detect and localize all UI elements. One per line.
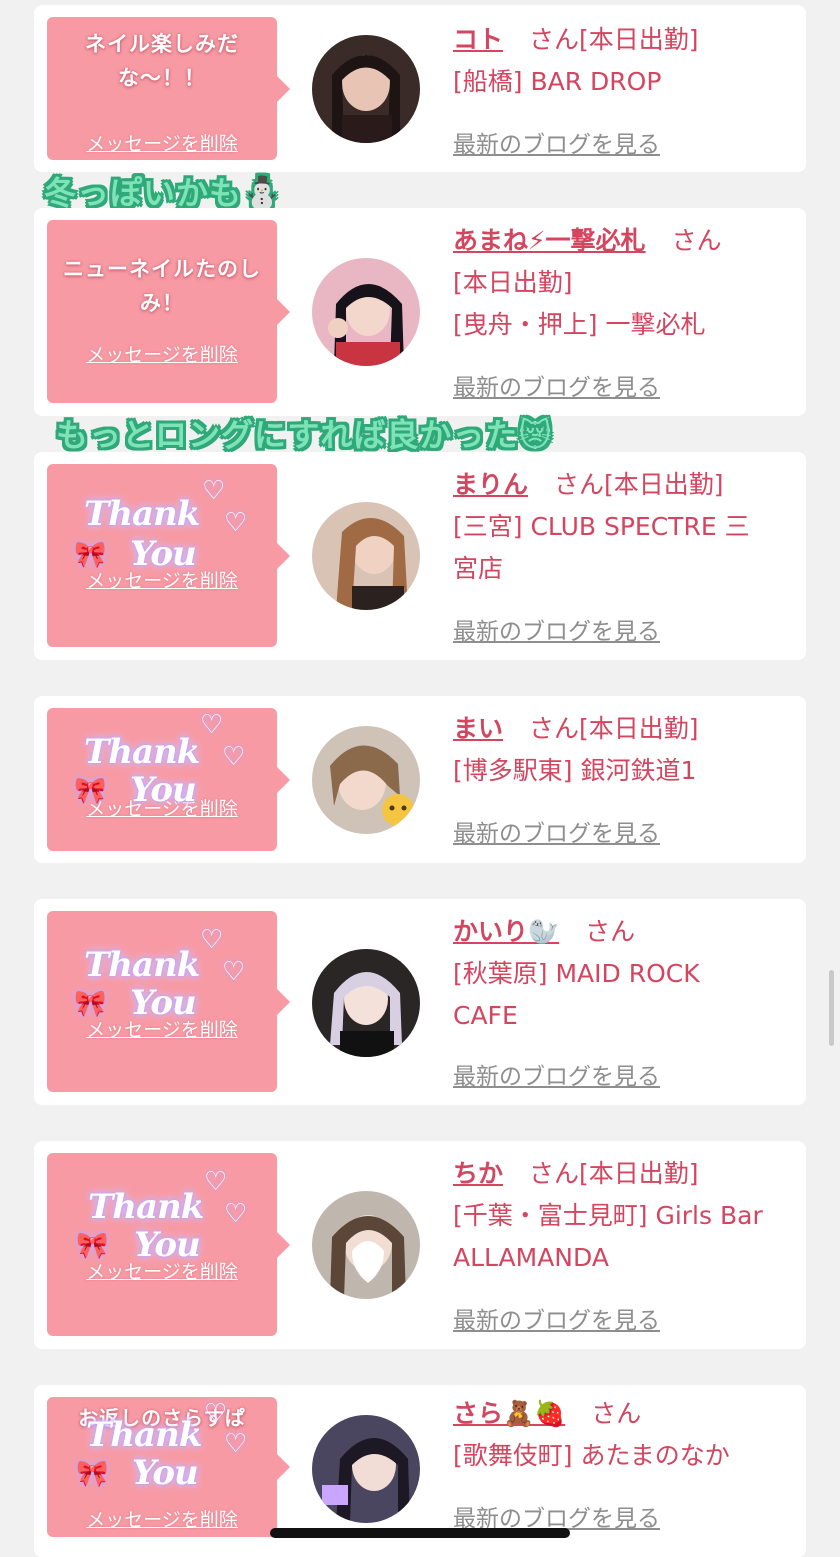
shop-line: [千葉・富士見町] Girls Bar bbox=[453, 1201, 763, 1230]
cast-name-link[interactable]: まい bbox=[453, 714, 503, 743]
delete-message-link[interactable]: メッセージを削除 bbox=[47, 1505, 277, 1532]
cast-info: まい さん[本日出勤] [博多駅東] 銀河鉄道1 bbox=[453, 708, 788, 792]
avatar[interactable] bbox=[312, 1191, 420, 1299]
avatar[interactable] bbox=[312, 258, 420, 366]
work-status: [本日出勤] bbox=[579, 25, 699, 54]
delete-message-link[interactable]: メッセージを削除 bbox=[47, 1015, 277, 1042]
latest-blog-link[interactable]: 最新のブログを見る bbox=[453, 1057, 660, 1091]
cast-info: さら🧸🍓 さん [歌舞伎町] あたまのなか bbox=[453, 1393, 788, 1477]
home-indicator[interactable] bbox=[270, 1528, 570, 1538]
avatar[interactable] bbox=[312, 726, 420, 834]
latest-blog-link[interactable]: 最新のブログを見る bbox=[453, 612, 660, 646]
scrollbar[interactable] bbox=[829, 970, 834, 1046]
message-text: お返しのさらすぱ bbox=[78, 1406, 246, 1430]
latest-blog-link[interactable]: 最新のブログを見る bbox=[453, 368, 660, 402]
message-bubble: ネイル楽しみだな〜！！ メッセージを削除 bbox=[47, 17, 290, 160]
delete-message-link[interactable]: メッセージを削除 bbox=[47, 129, 277, 156]
san-label: さん bbox=[529, 25, 580, 54]
san-label: さん bbox=[554, 470, 605, 499]
message-card: ネイル楽しみだな〜！！ メッセージを削除 コト さん[本日出勤] [船橋] BAR… bbox=[34, 5, 806, 172]
cast-info: コト さん[本日出勤] [船橋] BAR DROP bbox=[453, 19, 788, 103]
latest-blog-link[interactable]: 最新のブログを見る bbox=[453, 1301, 660, 1335]
cast-name-link[interactable]: ちか bbox=[453, 1159, 503, 1188]
delete-message-link[interactable]: メッセージを削除 bbox=[47, 566, 277, 593]
avatar[interactable] bbox=[312, 1415, 420, 1523]
message-card: ニューネイルたのしみ！ メッセージを削除 あまね⚡一撃必札 さん [本日出勤] [… bbox=[34, 208, 806, 416]
message-card: メッセージを削除 Thank You ♡ ♡ 🎀 まりん さん[本日出勤] [三宮… bbox=[34, 452, 806, 660]
shop-line: [三宮] CLUB SPECTRE 三 bbox=[453, 512, 750, 541]
delete-message-link[interactable]: メッセージを削除 bbox=[47, 1257, 277, 1284]
cast-info: ちか さん[本日出勤] [千葉・富士見町] Girls Bar ALLAMANDA bbox=[453, 1153, 788, 1279]
cast-name-link[interactable]: まりん bbox=[453, 470, 528, 499]
message-bubble: メッセージを削除 bbox=[47, 708, 290, 851]
shop-line: 宮店 bbox=[453, 554, 504, 583]
caption-sticker: もっとロングにすれば良かった😿 bbox=[56, 416, 553, 454]
latest-blog-link[interactable]: 最新のブログを見る bbox=[453, 814, 660, 848]
message-text: ニューネイルたのしみ！ bbox=[63, 257, 261, 315]
cast-name-link[interactable]: コト bbox=[453, 25, 503, 54]
work-status-line: [本日出勤] bbox=[453, 268, 573, 297]
san-label: さん bbox=[585, 917, 636, 946]
shop-line: [船橋] BAR DROP bbox=[453, 67, 662, 96]
avatar[interactable] bbox=[312, 35, 420, 143]
cast-info: まりん さん[本日出勤] [三宮] CLUB SPECTRE 三 宮店 bbox=[453, 464, 788, 590]
cast-name-link[interactable]: さら🧸🍓 bbox=[453, 1399, 565, 1428]
cast-name-link[interactable]: かいり🦭 bbox=[453, 917, 559, 946]
shop-line: [秋葉原] MAID ROCK bbox=[453, 959, 700, 988]
shop-line: [曳舟・押上] 一撃必札 bbox=[453, 310, 706, 339]
avatar[interactable] bbox=[312, 502, 420, 610]
message-card: メッセージを削除 Thank You ♡ ♡ 🎀 まい さん[本日出勤] [博多駅… bbox=[34, 696, 806, 863]
san-label: さん bbox=[529, 714, 580, 743]
message-bubble: お返しのさらすぱ メッセージを削除 bbox=[47, 1397, 290, 1537]
message-text: ネイル楽しみだな〜！！ bbox=[85, 32, 239, 90]
cast-name-link[interactable]: あまね⚡一撃必札 bbox=[453, 226, 646, 255]
cast-info: あまね⚡一撃必札 さん [本日出勤] [曳舟・押上] 一撃必札 bbox=[453, 220, 788, 346]
work-status: [本日出勤] bbox=[579, 1159, 699, 1188]
san-label: さん bbox=[529, 1159, 580, 1188]
work-status: [本日出勤] bbox=[604, 470, 724, 499]
message-bubble: ニューネイルたのしみ！ メッセージを削除 bbox=[47, 220, 290, 403]
shop-line: ALLAMANDA bbox=[453, 1243, 609, 1272]
work-status: [本日出勤] bbox=[579, 714, 699, 743]
san-label: さん bbox=[671, 226, 722, 255]
message-card: メッセージを削除 Thank You ♡ ♡ 🎀 かいり🦭 さん [秋葉原] MA… bbox=[34, 899, 806, 1105]
message-card: メッセージを削除 Thank You ♡ ♡ 🎀 ちか さん[本日出勤] [千葉・… bbox=[34, 1141, 806, 1349]
avatar[interactable] bbox=[312, 949, 420, 1057]
latest-blog-link[interactable]: 最新のブログを見る bbox=[453, 125, 660, 159]
delete-message-link[interactable]: メッセージを削除 bbox=[47, 340, 277, 367]
shop-line: CAFE bbox=[453, 1001, 518, 1030]
shop-line: [博多駅東] 銀河鉄道1 bbox=[453, 756, 697, 785]
message-bubble: メッセージを削除 bbox=[47, 1153, 290, 1336]
cast-info: かいり🦭 さん [秋葉原] MAID ROCK CAFE bbox=[453, 911, 788, 1037]
message-bubble: メッセージを削除 bbox=[47, 464, 290, 647]
san-label: さん bbox=[591, 1399, 642, 1428]
message-bubble: メッセージを削除 bbox=[47, 911, 290, 1092]
delete-message-link[interactable]: メッセージを削除 bbox=[47, 794, 277, 821]
shop-line: [歌舞伎町] あたまのなか bbox=[453, 1441, 730, 1470]
